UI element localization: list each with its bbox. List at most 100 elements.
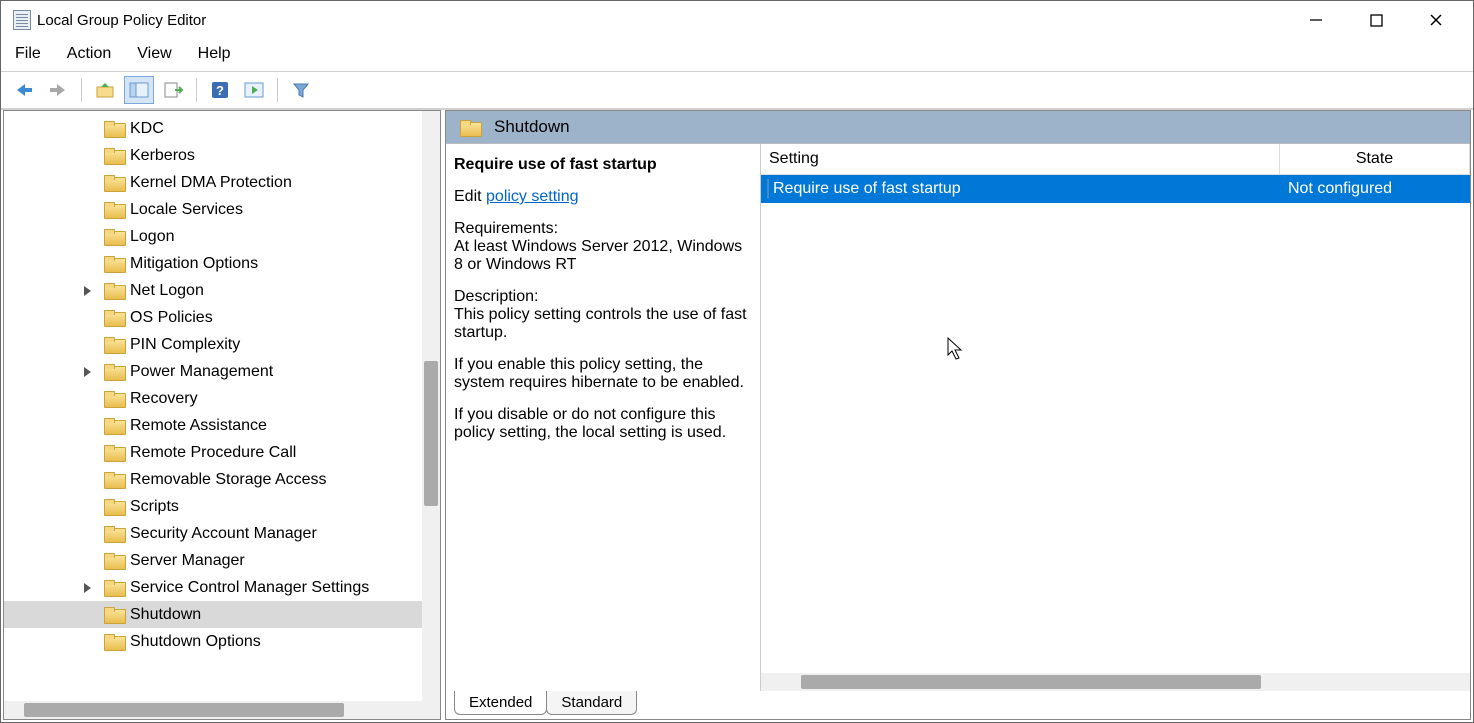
tree-item[interactable]: Shutdown Options <box>4 628 440 655</box>
up-button[interactable] <box>90 76 120 104</box>
horizontal-scrollbar[interactable] <box>761 673 1470 691</box>
description-pane: Require use of fast startup Edit policy … <box>446 144 761 691</box>
tree-item[interactable]: Mitigation Options <box>4 250 440 277</box>
tree-item[interactable]: Remote Procedure Call <box>4 439 440 466</box>
tree-item[interactable]: Remote Assistance <box>4 412 440 439</box>
folder-icon <box>104 229 124 244</box>
folder-icon <box>104 121 124 136</box>
back-button[interactable] <box>9 76 39 104</box>
folder-icon <box>460 120 480 135</box>
tree-item-label: Remote Procedure Call <box>130 444 296 462</box>
minimize-button[interactable] <box>1301 5 1331 35</box>
folder-icon <box>104 580 124 595</box>
details-header: Shutdown <box>446 111 1470 143</box>
tree-item-label: Remote Assistance <box>130 417 267 435</box>
vertical-scrollbar[interactable] <box>422 111 440 701</box>
description-text-2: If you enable this policy setting, the s… <box>454 356 752 392</box>
details-panel: Shutdown Require use of fast startup Edi… <box>445 110 1471 720</box>
folder-icon <box>104 337 124 352</box>
requirements-block: Requirements: At least Windows Server 20… <box>454 220 752 274</box>
toolbar-separator <box>196 78 197 102</box>
tree-item-label: Recovery <box>130 390 198 408</box>
tree-item-label: Service Control Manager Settings <box>130 579 369 597</box>
folder-icon <box>104 256 124 271</box>
show-hide-tree-button[interactable] <box>124 76 154 104</box>
scrollbar-thumb[interactable] <box>24 703 344 717</box>
column-state[interactable]: State <box>1280 144 1470 174</box>
tree-item-label: Security Account Manager <box>130 525 317 543</box>
tree-item-label: Net Logon <box>130 282 204 300</box>
bottom-tabs: Extended Standard <box>446 691 1470 719</box>
tree-item[interactable]: OS Policies <box>4 304 440 331</box>
tab-extended[interactable]: Extended <box>454 691 547 715</box>
tree-item-label: PIN Complexity <box>130 336 240 354</box>
requirements-label: Requirements: <box>454 220 558 237</box>
folder-icon <box>104 310 124 325</box>
window-title: Local Group Policy Editor <box>37 12 1301 29</box>
menu-file[interactable]: File <box>15 45 41 63</box>
tree-item[interactable]: PIN Complexity <box>4 331 440 358</box>
folder-icon <box>104 418 124 433</box>
tree-item[interactable]: Power Management <box>4 358 440 385</box>
folder-icon <box>104 175 124 190</box>
folder-icon <box>104 472 124 487</box>
row-state: Not configured <box>1280 180 1470 198</box>
requirements-text: At least Windows Server 2012, Windows 8 … <box>454 238 742 273</box>
filter-button[interactable] <box>286 76 316 104</box>
close-button[interactable] <box>1421 5 1451 35</box>
tree-item[interactable]: Removable Storage Access <box>4 466 440 493</box>
folder-icon <box>104 553 124 568</box>
details-body: Require use of fast startup Edit policy … <box>446 143 1470 691</box>
scrollbar-thumb[interactable] <box>801 675 1261 689</box>
tree-item-label: Shutdown Options <box>130 633 261 651</box>
properties-button[interactable] <box>239 76 269 104</box>
policy-icon <box>767 180 769 198</box>
tab-standard[interactable]: Standard <box>546 691 637 715</box>
tree-item[interactable]: Recovery <box>4 385 440 412</box>
tree-item-label: KDC <box>130 120 164 138</box>
tree-item-label: Locale Services <box>130 201 243 219</box>
tree-item-label: Kernel DMA Protection <box>130 174 292 192</box>
policy-tree[interactable]: KDC Kerberos Kernel DMA Protection Locale S… <box>4 111 440 655</box>
tree-item[interactable]: Kerberos <box>4 142 440 169</box>
column-setting[interactable]: Setting <box>761 144 1280 174</box>
tree-item[interactable]: KDC <box>4 115 440 142</box>
horizontal-scrollbar[interactable] <box>4 701 440 719</box>
menu-action[interactable]: Action <box>67 45 111 63</box>
tree-item-label: Server Manager <box>130 552 245 570</box>
tree-item[interactable]: Logon <box>4 223 440 250</box>
toolbar-separator <box>277 78 278 102</box>
tree-item[interactable]: Scripts <box>4 493 440 520</box>
tree-item[interactable]: Locale Services <box>4 196 440 223</box>
maximize-button[interactable] <box>1361 5 1391 35</box>
toolbar-separator <box>81 78 82 102</box>
tree-item[interactable]: Service Control Manager Settings <box>4 574 440 601</box>
list-item[interactable]: Require use of fast startup Not configur… <box>761 175 1470 203</box>
folder-icon <box>104 283 124 298</box>
list-header: Setting State <box>761 144 1470 175</box>
menu-view[interactable]: View <box>137 45 171 63</box>
tree-item[interactable]: Security Account Manager <box>4 520 440 547</box>
forward-button[interactable] <box>43 76 73 104</box>
settings-list: Setting State Require use of fast startu… <box>761 144 1470 691</box>
tree-item-label: Power Management <box>130 363 273 381</box>
row-setting: Require use of fast startup <box>773 180 1280 198</box>
tree-item[interactable]: Shutdown <box>4 601 440 628</box>
help-button[interactable]: ? <box>205 76 235 104</box>
window-controls <box>1301 5 1469 35</box>
edit-policy-link[interactable]: policy setting <box>486 188 579 205</box>
tree-item[interactable]: Kernel DMA Protection <box>4 169 440 196</box>
export-button[interactable] <box>158 76 188 104</box>
tree-item-label: Mitigation Options <box>130 255 258 273</box>
scrollbar-thumb[interactable] <box>424 361 438 506</box>
details-header-title: Shutdown <box>494 117 570 137</box>
tree-item[interactable]: Net Logon <box>4 277 440 304</box>
tree-scroll-area: KDC Kerberos Kernel DMA Protection Locale S… <box>4 111 440 719</box>
tree-item[interactable]: Server Manager <box>4 547 440 574</box>
menu-help[interactable]: Help <box>198 45 231 63</box>
description-text-1: This policy setting controls the use of … <box>454 306 752 342</box>
edit-line: Edit policy setting <box>454 188 752 206</box>
folder-icon <box>104 526 124 541</box>
folder-icon <box>104 202 124 217</box>
tree-item-label: Shutdown <box>130 606 201 624</box>
